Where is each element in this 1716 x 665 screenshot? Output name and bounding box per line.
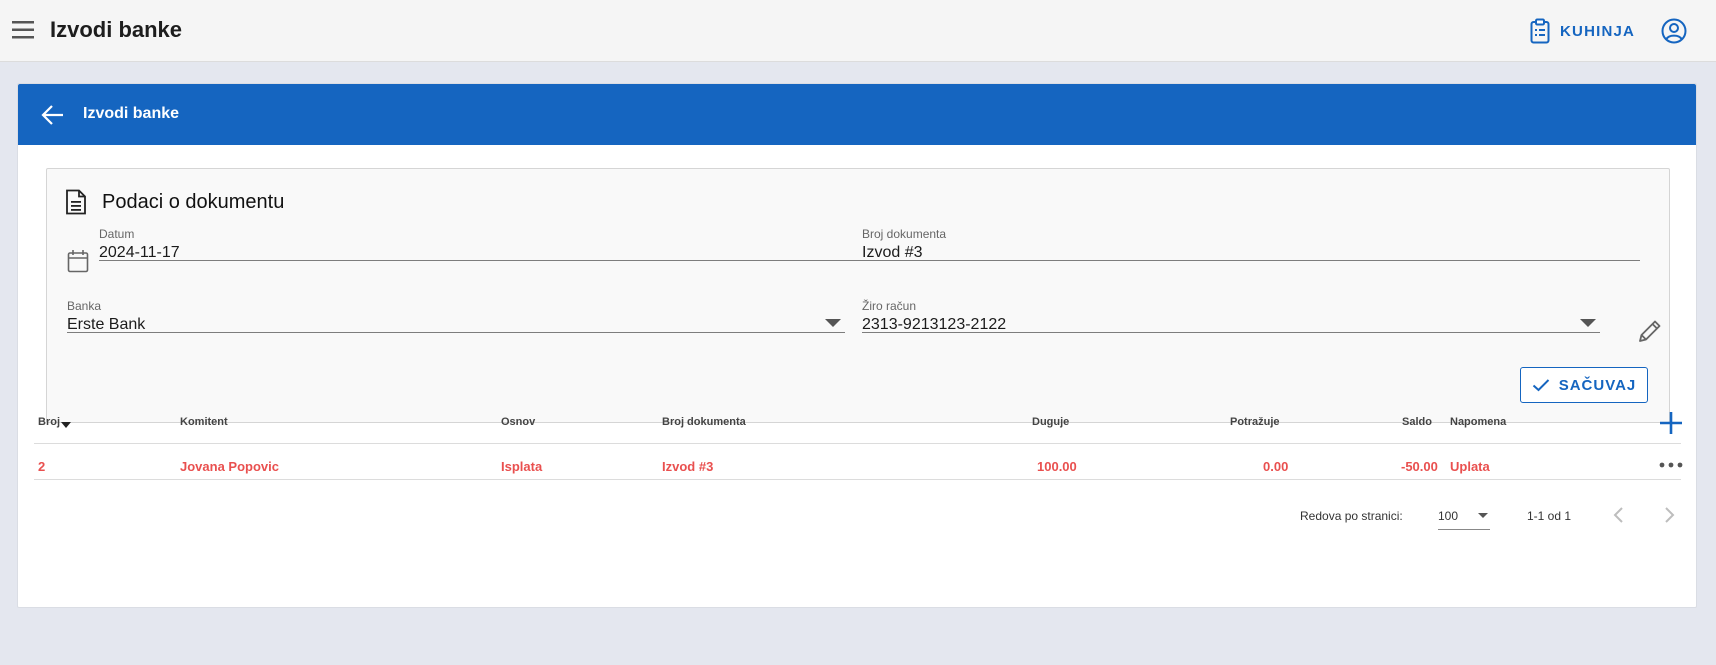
banka-select[interactable]: Banka Erste Bank — [67, 299, 845, 333]
ziro-racun-dropdown-icon[interactable] — [1580, 319, 1596, 327]
broj-dokumenta-value: Izvod #3 — [862, 244, 923, 261]
cell-komitent: Jovana Popovic — [180, 459, 279, 474]
ziro-racun-select[interactable]: Žiro račun 2313-9213123-2122 — [862, 299, 1600, 333]
rows-per-page-dropdown-icon[interactable] — [1478, 513, 1488, 518]
document-icon — [66, 189, 86, 215]
column-header-broj-label: Broj — [38, 416, 60, 428]
column-header-saldo[interactable]: Saldo — [1402, 416, 1432, 428]
ziro-racun-value: 2313-9213123-2122 — [862, 316, 1007, 333]
cell-potrazuje: 0.00 — [1263, 459, 1289, 474]
column-header-duguje[interactable]: Duguje — [1032, 416, 1069, 428]
calendar-icon — [67, 250, 89, 273]
datum-label: Datum — [99, 227, 135, 241]
pencil-edit-icon[interactable] — [1635, 316, 1665, 346]
cell-saldo: -50.00 — [1401, 459, 1438, 474]
datum-field[interactable]: Datum 2024-11-17 — [99, 227, 877, 261]
ziro-racun-label: Žiro račun — [862, 299, 917, 313]
header-divider — [34, 443, 1681, 444]
clipboard-list-icon — [1530, 18, 1550, 44]
broj-dokumenta-label: Broj dokumenta — [862, 227, 947, 241]
panel-title: Podaci o dokumentu — [102, 191, 285, 213]
add-icon[interactable] — [1658, 410, 1684, 436]
row-divider — [34, 479, 1681, 480]
column-header-napomena[interactable]: Napomena — [1450, 416, 1506, 428]
rows-per-page-value: 100 — [1438, 509, 1459, 523]
cell-osnov: Isplata — [501, 459, 543, 474]
datum-value: 2024-11-17 — [99, 244, 180, 261]
chevron-left-icon[interactable] — [1608, 504, 1630, 526]
top-app-bar: Izvodi banke KUHINJA — [0, 0, 1716, 62]
kuhinja-button[interactable]: KUHINJA — [1530, 17, 1635, 45]
broj-dokumenta-field[interactable]: Broj dokumenta Izvod #3 — [862, 227, 1640, 261]
banka-value: Erste Bank — [67, 316, 146, 333]
cell-broj: 2 — [38, 459, 46, 474]
rows-per-page-select[interactable]: 100 — [1438, 502, 1490, 530]
check-icon — [1532, 379, 1549, 392]
pagination-range: 1-1 od 1 — [1527, 509, 1572, 523]
save-label: SAČUVAJ — [1558, 376, 1637, 394]
save-button[interactable]: SAČUVAJ — [1520, 367, 1648, 403]
cell-duguje: 100.00 — [1037, 459, 1077, 474]
kuhinja-label: KUHINJA — [1560, 22, 1636, 40]
account-circle-icon[interactable] — [1660, 17, 1688, 45]
column-header-broj-dokumenta[interactable]: Broj dokumenta — [662, 416, 746, 428]
chevron-right-icon[interactable] — [1658, 504, 1680, 526]
column-header-broj[interactable]: Broj — [38, 416, 71, 428]
more-horizontal-icon[interactable] — [1658, 458, 1684, 472]
card-header: Izvodi banke — [18, 84, 1696, 145]
menu-icon[interactable] — [12, 19, 34, 41]
sort-desc-icon[interactable] — [61, 422, 71, 428]
document-data-panel: Podaci o dokumentu Datum 2024-11-17 Broj… — [46, 168, 1670, 423]
cell-broj-dokumenta: Izvod #3 — [662, 459, 714, 474]
column-header-komitent[interactable]: Komitent — [180, 416, 228, 428]
banka-label: Banka — [67, 299, 102, 313]
arrow-back-icon[interactable] — [40, 102, 66, 128]
rows-per-page-label: Redova po stranici: — [1300, 509, 1403, 523]
app-title: Izvodi banke — [50, 17, 183, 42]
main-card: Izvodi banke Podaci o dokumentu Datum 20… — [17, 83, 1697, 608]
column-header-osnov[interactable]: Osnov — [501, 416, 535, 428]
column-header-potrazuje[interactable]: Potražuje — [1230, 416, 1280, 428]
banka-dropdown-icon[interactable] — [825, 319, 841, 327]
card-title: Izvodi banke — [83, 105, 180, 122]
cell-napomena: Uplata — [1450, 459, 1490, 474]
